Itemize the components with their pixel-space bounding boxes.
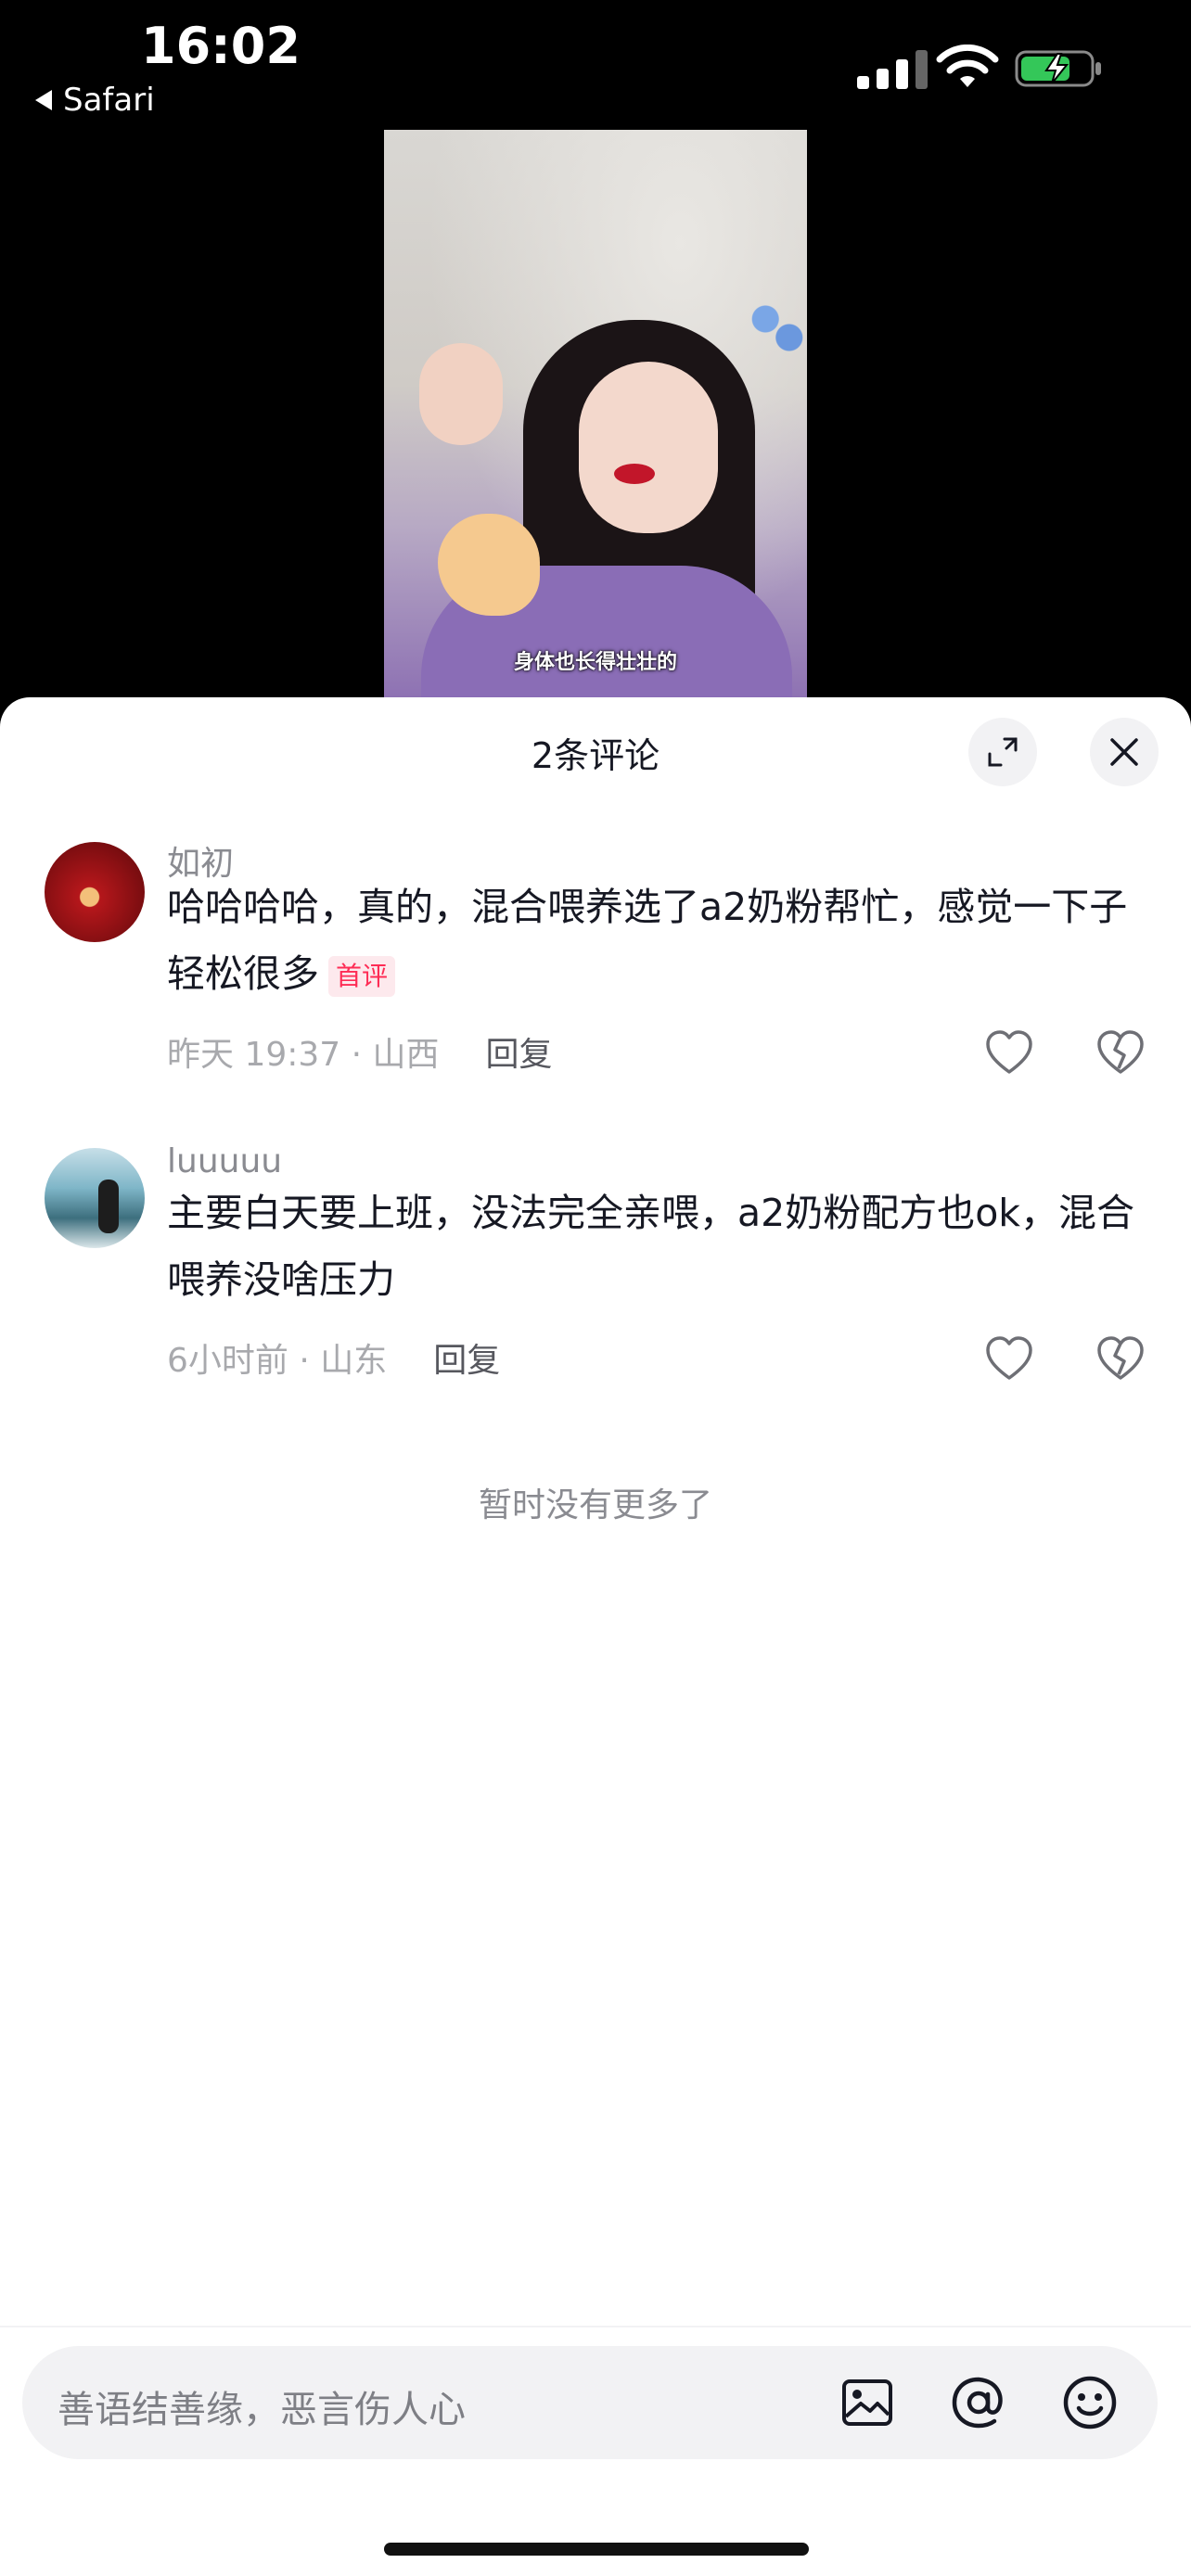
video-person-fist — [419, 343, 503, 445]
heart-outline-icon[interactable] — [983, 1333, 1035, 1385]
expand-button[interactable] — [968, 718, 1037, 786]
image-icon[interactable] — [837, 2372, 898, 2433]
comment-time-location: 昨天 19:37 · 山西 — [167, 1036, 440, 1074]
back-to-safari[interactable]: Safari — [35, 82, 155, 119]
cellular-signal-icon — [857, 46, 928, 89]
comment-sheet: 2条评论 如初 哈哈哈哈，真的，混合喂养选了a2奶粉帮忙，感觉一下子轻松很多 首评… — [0, 697, 1191, 2576]
flexed-biceps-emoji — [438, 514, 540, 616]
broken-heart-icon[interactable] — [1095, 1027, 1146, 1079]
comment-meta: 6小时前 · 山东 回复 — [167, 1333, 500, 1382]
video-caption: 身体也长得壮壮的 — [513, 651, 677, 674]
comment-input-placeholder: 善语结善缘，恶言伤人心 — [58, 2389, 466, 2431]
comment-text: 主要白天要上班，没法完全亲喂，a2奶粉配方也ok，混合喂养没啥压力 — [167, 1191, 1135, 1302]
close-icon — [1110, 738, 1138, 766]
comment-text: 哈哈哈哈，真的，混合喂养选了a2奶粉帮忙，感觉一下子轻松很多 首评 — [167, 874, 1150, 1007]
home-indicator[interactable] — [384, 2543, 809, 2556]
avatar[interactable] — [45, 842, 145, 942]
video-player[interactable]: 身体也长得壮壮的 — [384, 130, 807, 697]
at-icon[interactable] — [948, 2372, 1009, 2433]
close-button[interactable] — [1090, 718, 1159, 786]
video-flower — [748, 297, 807, 371]
back-arrow-icon — [35, 90, 52, 110]
emoji-icon[interactable] — [1059, 2372, 1121, 2433]
status-time: 16:02 — [141, 17, 301, 75]
comment-username[interactable]: luuuuu — [167, 1142, 282, 1180]
broken-heart-icon[interactable] — [1095, 1333, 1146, 1385]
back-app-label: Safari — [63, 82, 155, 119]
video-person-lips — [614, 464, 655, 484]
expand-icon — [988, 737, 1018, 767]
comment-time-location: 6小时前 · 山东 — [167, 1342, 388, 1380]
avatar[interactable] — [45, 1148, 145, 1248]
reply-button[interactable]: 回复 — [433, 1333, 500, 1382]
input-divider — [0, 2326, 1191, 2327]
heart-outline-icon[interactable] — [983, 1027, 1035, 1079]
video-person-face — [579, 362, 718, 533]
comment-meta: 昨天 19:37 · 山西 回复 — [167, 1027, 553, 1076]
comment-input[interactable]: 善语结善缘，恶言伤人心 — [22, 2346, 1158, 2459]
battery-charging-icon — [1015, 50, 1101, 87]
comment-body: 哈哈哈哈，真的，混合喂养选了a2奶粉帮忙，感觉一下子轻松很多 — [167, 885, 1128, 996]
wifi-icon — [936, 45, 999, 87]
no-more-comments: 暂时没有更多了 — [478, 1486, 712, 1524]
avatar-figure — [98, 1180, 119, 1233]
first-comment-badge: 首评 — [328, 956, 396, 997]
reply-button[interactable]: 回复 — [486, 1027, 553, 1076]
